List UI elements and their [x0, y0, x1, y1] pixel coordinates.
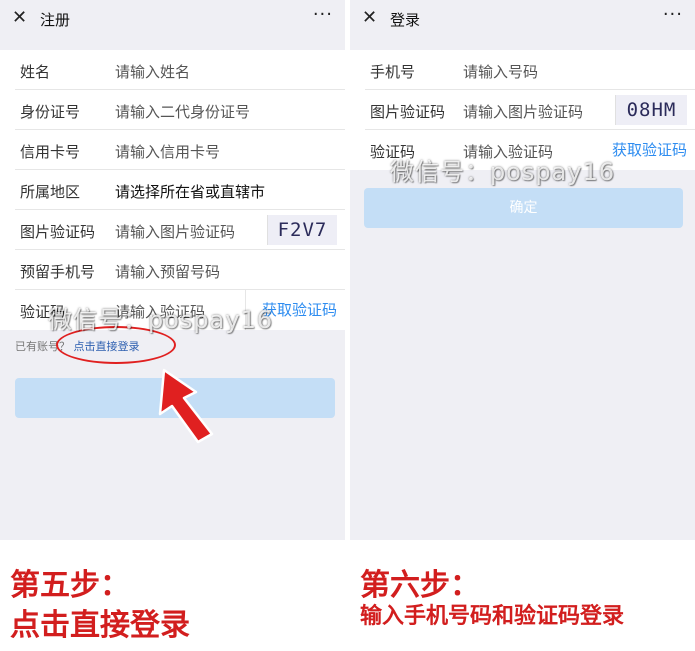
name-input[interactable]: 请输入姓名	[115, 61, 190, 82]
login-screen: ✕ 登录 ··· 手机号 请输入号码 图片验证码 请输入图片验证码 08HM 验…	[350, 0, 695, 540]
image-captcha-label: 图片验证码	[20, 223, 96, 241]
region-label: 所属地区	[20, 183, 81, 201]
page-title: 注册	[40, 11, 71, 29]
phone-input[interactable]: 请输入号码	[463, 61, 538, 82]
phone-label: 预留手机号	[20, 263, 96, 281]
id-number-row: 身份证号 请输入二代身份证号	[15, 90, 345, 130]
region-select[interactable]: 请选择所在省或直辖市	[115, 181, 265, 202]
id-number-label: 身份证号	[20, 103, 81, 121]
more-icon[interactable]: ···	[313, 4, 333, 25]
watermark: 微信号：pospay16	[390, 158, 616, 186]
step-five-description: 点击直接登录	[10, 608, 190, 643]
step-six-description: 输入手机号码和验证码登录	[360, 604, 625, 629]
login-title-bar: ✕ 登录 ···	[350, 0, 695, 38]
captcha-image[interactable]: F2V7	[267, 215, 337, 245]
image-captcha-input[interactable]: 请输入图片验证码	[463, 101, 583, 122]
close-icon[interactable]: ✕	[12, 7, 27, 28]
image-captcha-input[interactable]: 请输入图片验证码	[115, 221, 235, 242]
card-number-row: 信用卡号 请输入信用卡号	[15, 130, 345, 170]
watermark: 微信号：pospay16	[48, 306, 274, 334]
id-number-input[interactable]: 请输入二代身份证号	[115, 101, 250, 122]
register-screen: ✕ 注册 ··· 姓名 请输入姓名 身份证号 请输入二代身份证号 信用卡号 请输…	[0, 0, 345, 540]
phone-input[interactable]: 请输入预留号码	[115, 261, 220, 282]
image-captcha-label: 图片验证码	[370, 103, 446, 121]
image-captcha-row: 图片验证码 请输入图片验证码 08HM	[365, 90, 695, 130]
name-row: 姓名 请输入姓名	[15, 50, 345, 90]
region-row: 所属地区 请选择所在省或直辖市	[15, 170, 345, 210]
image-captcha-row: 图片验证码 请输入图片验证码 F2V7	[15, 210, 345, 250]
more-icon[interactable]: ···	[663, 4, 683, 25]
phone-row: 预留手机号 请输入预留号码	[15, 250, 345, 290]
page-title: 登录	[390, 11, 421, 29]
arrow-pointer-icon	[158, 368, 214, 444]
phone-label: 手机号	[370, 63, 416, 81]
captcha-image[interactable]: 08HM	[615, 95, 687, 125]
phone-row: 手机号 请输入号码	[365, 50, 695, 90]
step-five-title: 第五步：	[10, 568, 130, 603]
card-number-label: 信用卡号	[20, 143, 81, 161]
confirm-button[interactable]: 确定	[364, 188, 683, 228]
name-label: 姓名	[20, 63, 51, 81]
register-title-bar: ✕ 注册 ···	[0, 0, 345, 38]
card-number-input[interactable]: 请输入信用卡号	[115, 141, 220, 162]
close-icon[interactable]: ✕	[362, 7, 377, 28]
register-form: 姓名 请输入姓名 身份证号 请输入二代身份证号 信用卡号 请输入信用卡号 所属地…	[0, 50, 345, 330]
